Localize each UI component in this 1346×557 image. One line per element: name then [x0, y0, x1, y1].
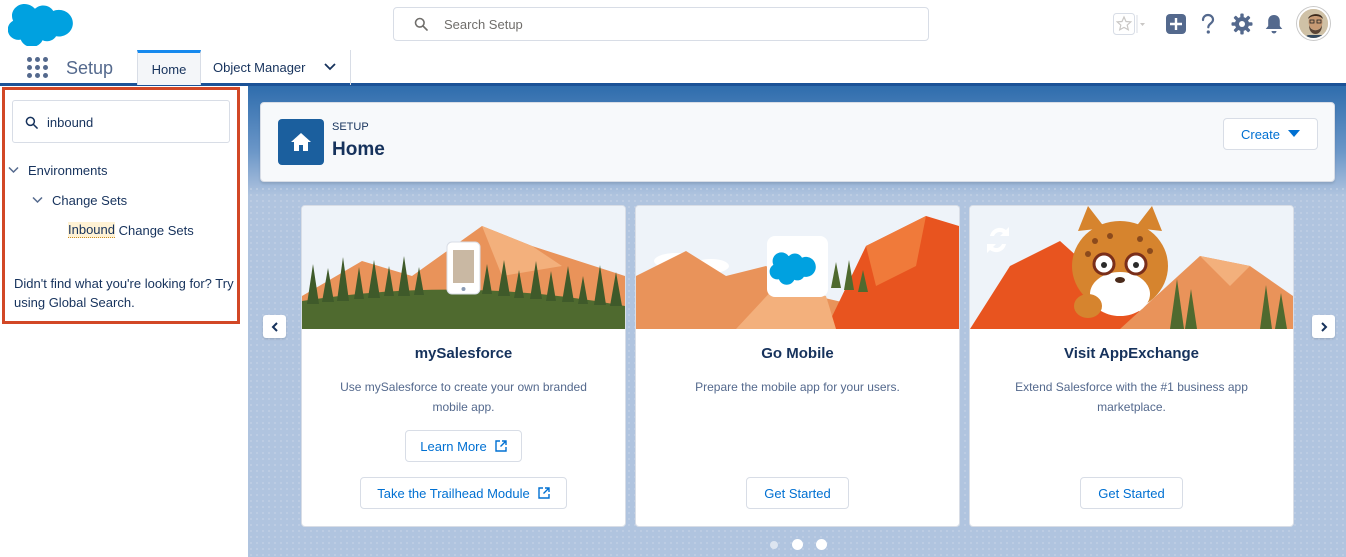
external-link-icon — [538, 487, 550, 499]
card-title: Visit AppExchange — [1063, 345, 1200, 362]
global-header — [0, 0, 1346, 48]
get-started-button[interactable]: Get Started — [1080, 477, 1183, 509]
search-icon — [25, 116, 38, 129]
get-started-button[interactable]: Get Started — [746, 477, 849, 509]
user-avatar[interactable] — [1297, 7, 1330, 40]
tab-home-label: Home — [151, 61, 187, 77]
card-description: Prepare the mobile app for your users. — [695, 380, 900, 394]
trailhead-module-button[interactable]: Take the Trailhead Module — [360, 477, 567, 509]
carousel-dot[interactable] — [816, 539, 827, 550]
create-button[interactable]: Create — [1223, 118, 1318, 150]
card-banner-image — [302, 206, 625, 329]
page-title: Home — [332, 139, 385, 160]
setup-gear-icon[interactable] — [1228, 8, 1256, 40]
setup-sidebar: Environments Change Sets Inbound Change … — [0, 86, 248, 557]
notifications-bell-icon[interactable] — [1260, 8, 1288, 40]
tab-object-manager[interactable]: Object Manager — [201, 50, 351, 85]
tree-item-change-sets[interactable]: Change Sets — [32, 191, 127, 209]
app-name: Setup — [66, 58, 114, 78]
carousel-next-button[interactable] — [1312, 315, 1335, 338]
tree-item-label: Change Sets — [115, 222, 194, 238]
card-banner-image — [636, 206, 959, 329]
quick-find-input[interactable] — [47, 102, 225, 142]
card-description: Use mySalesforce to create your own bran… — [340, 380, 587, 414]
get-started-label: Get Started — [764, 485, 831, 501]
card-title: Go Mobile — [761, 345, 834, 362]
trailhead-module-label: Take the Trailhead Module — [377, 485, 530, 501]
global-search-input[interactable] — [444, 8, 914, 40]
salesforce-logo[interactable] — [8, 4, 74, 46]
card-title: mySalesforce — [414, 345, 513, 362]
page-header: SETUP Home Create — [260, 102, 1335, 182]
external-link-icon — [495, 440, 507, 452]
card-banner-image — [970, 206, 1293, 329]
tree-item-inbound-change-sets[interactable]: Inbound Change Sets — [68, 221, 194, 239]
chevron-down-icon[interactable] — [8, 166, 19, 174]
carousel-prev-button[interactable] — [263, 315, 286, 338]
context-bar: Setup Home Object Manager — [0, 48, 1346, 86]
chevron-left-icon — [271, 321, 278, 332]
setup-home-main: SETUP Home Create mySalesforce Use mySal… — [248, 86, 1346, 557]
help-icon[interactable] — [1194, 8, 1222, 40]
card-description: Extend Salesforce with the #1 business a… — [1015, 380, 1248, 414]
tab-object-manager-label: Object Manager — [213, 60, 306, 75]
caret-down-icon — [1288, 130, 1301, 137]
quick-find[interactable] — [12, 100, 230, 143]
search-match-highlight: Inbound — [68, 222, 115, 238]
tab-home[interactable]: Home — [137, 50, 201, 85]
tree-item-label: Environments — [28, 162, 108, 178]
favorites-dropdown-icon[interactable] — [1134, 8, 1148, 40]
chevron-right-icon — [1320, 321, 1327, 332]
quick-find-help-text: Didn't find what you're looking for? Try… — [14, 276, 234, 310]
carousel-dot-active[interactable] — [792, 539, 803, 550]
global-actions-icon[interactable] — [1162, 8, 1190, 40]
chevron-down-icon[interactable] — [324, 62, 336, 72]
learn-more-button[interactable]: Learn More — [405, 430, 522, 462]
tree-item-environments[interactable]: Environments — [8, 161, 107, 179]
card-mysalesforce: mySalesforce Use mySalesforce to create … — [301, 205, 626, 527]
page-eyebrow: SETUP — [332, 121, 369, 133]
global-search[interactable] — [393, 7, 929, 41]
tree-item-label: Change Sets — [52, 192, 128, 208]
home-icon — [278, 119, 324, 165]
carousel-dot[interactable] — [770, 541, 778, 549]
search-icon — [414, 17, 428, 31]
chevron-down-icon[interactable] — [32, 196, 43, 204]
get-started-label: Get Started — [1098, 485, 1165, 501]
app-launcher-icon[interactable] — [27, 57, 49, 79]
create-button-label: Create — [1240, 126, 1281, 142]
learn-more-label: Learn More — [420, 438, 487, 454]
card-visit-appexchange: Visit AppExchange Extend Salesforce with… — [969, 205, 1294, 527]
card-go-mobile: Go Mobile Prepare the mobile app for you… — [635, 205, 960, 527]
